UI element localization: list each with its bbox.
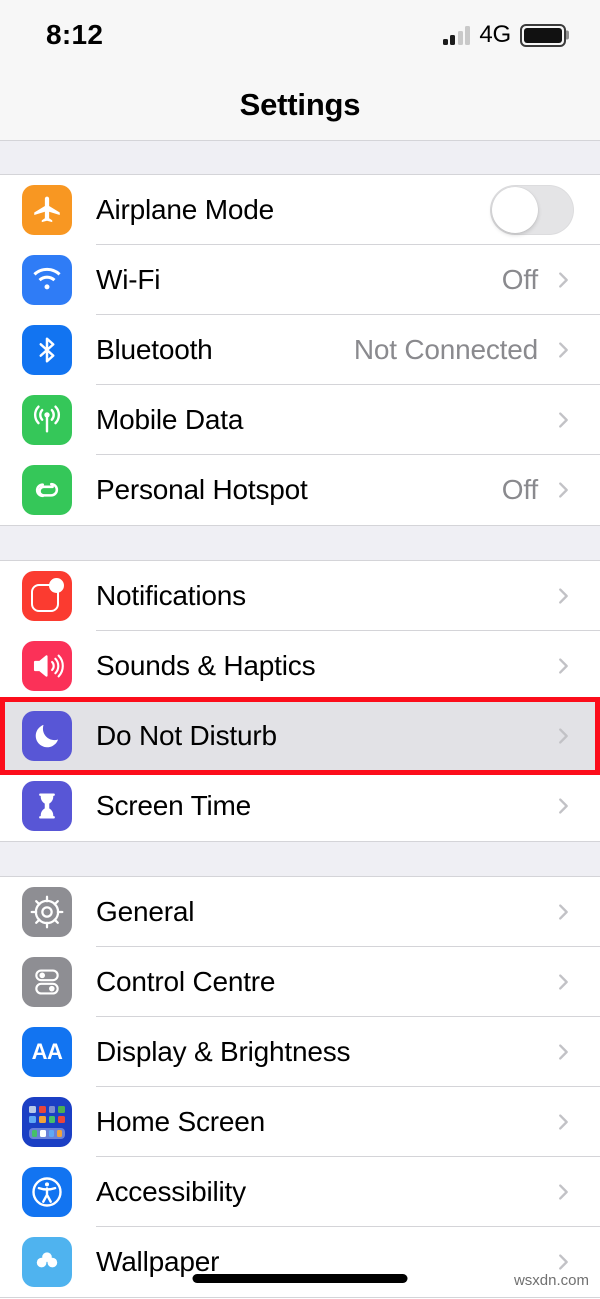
status-time: 8:12: [46, 19, 104, 50]
row-label: Bluetooth: [96, 334, 213, 365]
battery-cap: [566, 30, 569, 40]
home-screen-icon: [22, 1097, 72, 1147]
bluetooth-icon: [22, 325, 72, 375]
chevron-right-icon: [552, 725, 574, 747]
settings-row-personal-hotspot[interactable]: Personal Hotspot Off: [0, 455, 600, 525]
settings-row-screen-time[interactable]: Screen Time: [0, 771, 600, 841]
notification-badge-dot: [49, 578, 64, 593]
row-label: General: [96, 896, 195, 927]
notifications-icon: [22, 571, 72, 621]
settings-row-wi-fi[interactable]: Wi-Fi Off: [0, 245, 600, 315]
chevron-right-icon: [552, 971, 574, 993]
section-gap: [0, 842, 600, 876]
chevron-right-icon: [552, 585, 574, 607]
chevron-right-icon: [552, 479, 574, 501]
row-label: Accessibility: [96, 1176, 246, 1207]
row-label: Control Centre: [96, 966, 276, 997]
mobile-data-icon: [22, 395, 72, 445]
toggle-knob: [492, 187, 538, 233]
row-label: Display & Brightness: [96, 1036, 351, 1067]
settings-group-notifications: Notifications Sounds & Haptics Do Not Dist…: [0, 560, 600, 842]
settings-group-connectivity: Airplane Mode Wi-Fi Off Bluetooth Not Connec…: [0, 174, 600, 526]
chevron-right-icon: [552, 655, 574, 677]
settings-row-home-screen[interactable]: Home Screen: [0, 1087, 600, 1157]
row-label: Personal Hotspot: [96, 474, 308, 505]
cellular-signal-icon: [442, 25, 471, 45]
row-value: Off: [501, 474, 538, 505]
row-label: Screen Time: [96, 790, 251, 821]
settings-row-airplane-mode[interactable]: Airplane Mode: [0, 175, 600, 245]
control-centre-icon: [22, 957, 72, 1007]
section-gap: [0, 526, 600, 560]
settings-row-accessibility[interactable]: Accessibility: [0, 1157, 600, 1227]
row-label: Home Screen: [96, 1106, 265, 1137]
chevron-right-icon: [552, 409, 574, 431]
watermark: wsxdn.com: [513, 1272, 589, 1289]
settings-row-wallpaper[interactable]: Wallpaper: [0, 1227, 600, 1297]
settings-row-notifications[interactable]: Notifications: [0, 561, 600, 631]
wifi-icon: [22, 255, 72, 305]
settings-row-general[interactable]: General: [0, 877, 600, 947]
row-value: Not Connected: [353, 334, 538, 365]
aa-glyph: AA: [31, 1039, 63, 1064]
settings-row-sounds-haptics[interactable]: Sounds & Haptics: [0, 631, 600, 701]
status-indicators: 4G: [442, 21, 569, 49]
chevron-right-icon: [552, 339, 574, 361]
navigation-bar: Settings: [0, 70, 600, 141]
display-brightness-icon: AA: [22, 1027, 72, 1077]
battery-fill: [524, 27, 562, 43]
row-label: Sounds & Haptics: [96, 650, 316, 681]
airplane-icon: [22, 185, 72, 235]
settings-row-control-centre[interactable]: Control Centre: [0, 947, 600, 1017]
chevron-right-icon: [552, 1251, 574, 1273]
settings-row-bluetooth[interactable]: Bluetooth Not Connected: [0, 315, 600, 385]
moon-icon: [22, 711, 72, 761]
battery-icon: [520, 23, 569, 47]
hourglass-icon: [22, 781, 72, 831]
gear-icon: [22, 887, 72, 937]
chevron-right-icon: [552, 901, 574, 923]
chevron-right-icon: [552, 795, 574, 817]
accessibility-icon: [22, 1167, 72, 1217]
row-label: Do Not Disturb: [96, 720, 277, 751]
airplane-mode-toggle[interactable]: [490, 185, 574, 235]
row-label: Notifications: [96, 580, 246, 611]
network-type-label: 4G: [479, 21, 511, 48]
chevron-right-icon: [552, 269, 574, 291]
wallpaper-icon: [22, 1237, 72, 1287]
settings-row-mobile-data[interactable]: Mobile Data: [0, 385, 600, 455]
page-title: Settings: [239, 87, 361, 122]
row-label: Airplane Mode: [96, 194, 274, 225]
settings-row-do-not-disturb[interactable]: Do Not Disturb: [0, 701, 600, 771]
row-label: Wi-Fi: [96, 264, 161, 295]
chevron-right-icon: [552, 1111, 574, 1133]
sounds-icon: [22, 641, 72, 691]
row-value: Off: [501, 264, 538, 295]
home-screen-grid: [25, 1100, 69, 1144]
settings-list[interactable]: Airplane Mode Wi-Fi Off Bluetooth Not Connec…: [0, 141, 600, 1298]
row-label: Mobile Data: [96, 404, 244, 435]
chevron-right-icon: [552, 1181, 574, 1203]
hotspot-icon: [22, 465, 72, 515]
home-indicator: [192, 1274, 408, 1283]
chevron-right-icon: [552, 1041, 574, 1063]
section-gap: [0, 141, 600, 174]
status-bar: 8:12 4G: [0, 0, 600, 70]
settings-row-display-brightness[interactable]: AA Display & Brightness: [0, 1017, 600, 1087]
settings-group-system: General Control Centre AA Display & Brightn…: [0, 876, 600, 1298]
